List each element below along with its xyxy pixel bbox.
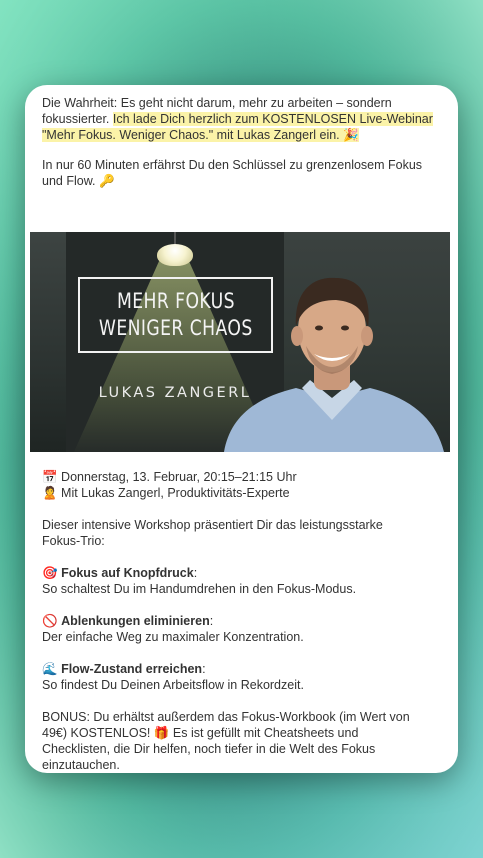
bonus-line3: Checklisten, die Dir helfen, noch tiefer… <box>42 742 376 756</box>
speaker-photo <box>224 277 444 452</box>
prohibited-icon: 🚫 <box>42 614 58 628</box>
email-card: Die Wahrheit: Es geht nicht darum, mehr … <box>25 85 458 773</box>
benefit-3-text: So findest Du Deinen Arbeitsflow in Reko… <box>42 678 304 692</box>
benefit-1-title-row: 🎯 Fokus auf Knopfdruck: <box>42 566 198 580</box>
bonus-line4: einzutauchen. <box>42 758 120 772</box>
event-host: 🙎 Mit Lukas Zangerl, Produktivitäts-Expe… <box>42 486 290 500</box>
lamp-icon <box>157 244 193 266</box>
bonus-line1: BONUS: Du erhältst außerdem das Fokus-Wo… <box>42 710 410 724</box>
benefit-3-title: Flow-Zustand erreichen <box>61 662 203 676</box>
event-date: 📅 Donnerstag, 13. Februar, 20:15–21:15 U… <box>42 470 297 484</box>
promise-paragraph: In nur 60 Minuten erfährst Du den Schlüs… <box>42 158 423 188</box>
benefit-3-title-row: 🌊 Flow-Zustand erreichen: <box>42 662 206 676</box>
target-icon: 🎯 <box>42 566 58 580</box>
workshop-intro-line2: Fokus-Trio: <box>42 534 105 548</box>
benefit-2-title-row: 🚫 Ablenkungen eliminieren: <box>42 614 214 628</box>
lamp-cord <box>174 232 176 244</box>
event-details: 📅 Donnerstag, 13. Februar, 20:15–21:15 U… <box>42 469 447 773</box>
benefit-2-text: Der einfache Weg zu maximaler Konzentrat… <box>42 630 304 644</box>
wave-icon: 🌊 <box>42 662 58 676</box>
bonus-line2: 49€) KOSTENLOS! 🎁 Es ist gefüllt mit Che… <box>42 726 359 740</box>
webinar-banner-image: MEHR FOKUS WENIGER CHAOS LUKAS ZANGERL <box>30 232 450 452</box>
benefit-1-title: Fokus auf Knopfdruck <box>61 566 194 580</box>
benefit-1-text: So schaltest Du im Handumdrehen in den F… <box>42 582 357 596</box>
workshop-intro-line1: Dieser intensive Workshop präsentiert Di… <box>42 518 383 532</box>
intro-paragraph: Die Wahrheit: Es geht nicht darum, mehr … <box>42 95 442 143</box>
benefit-2-title: Ablenkungen eliminieren <box>61 614 210 628</box>
